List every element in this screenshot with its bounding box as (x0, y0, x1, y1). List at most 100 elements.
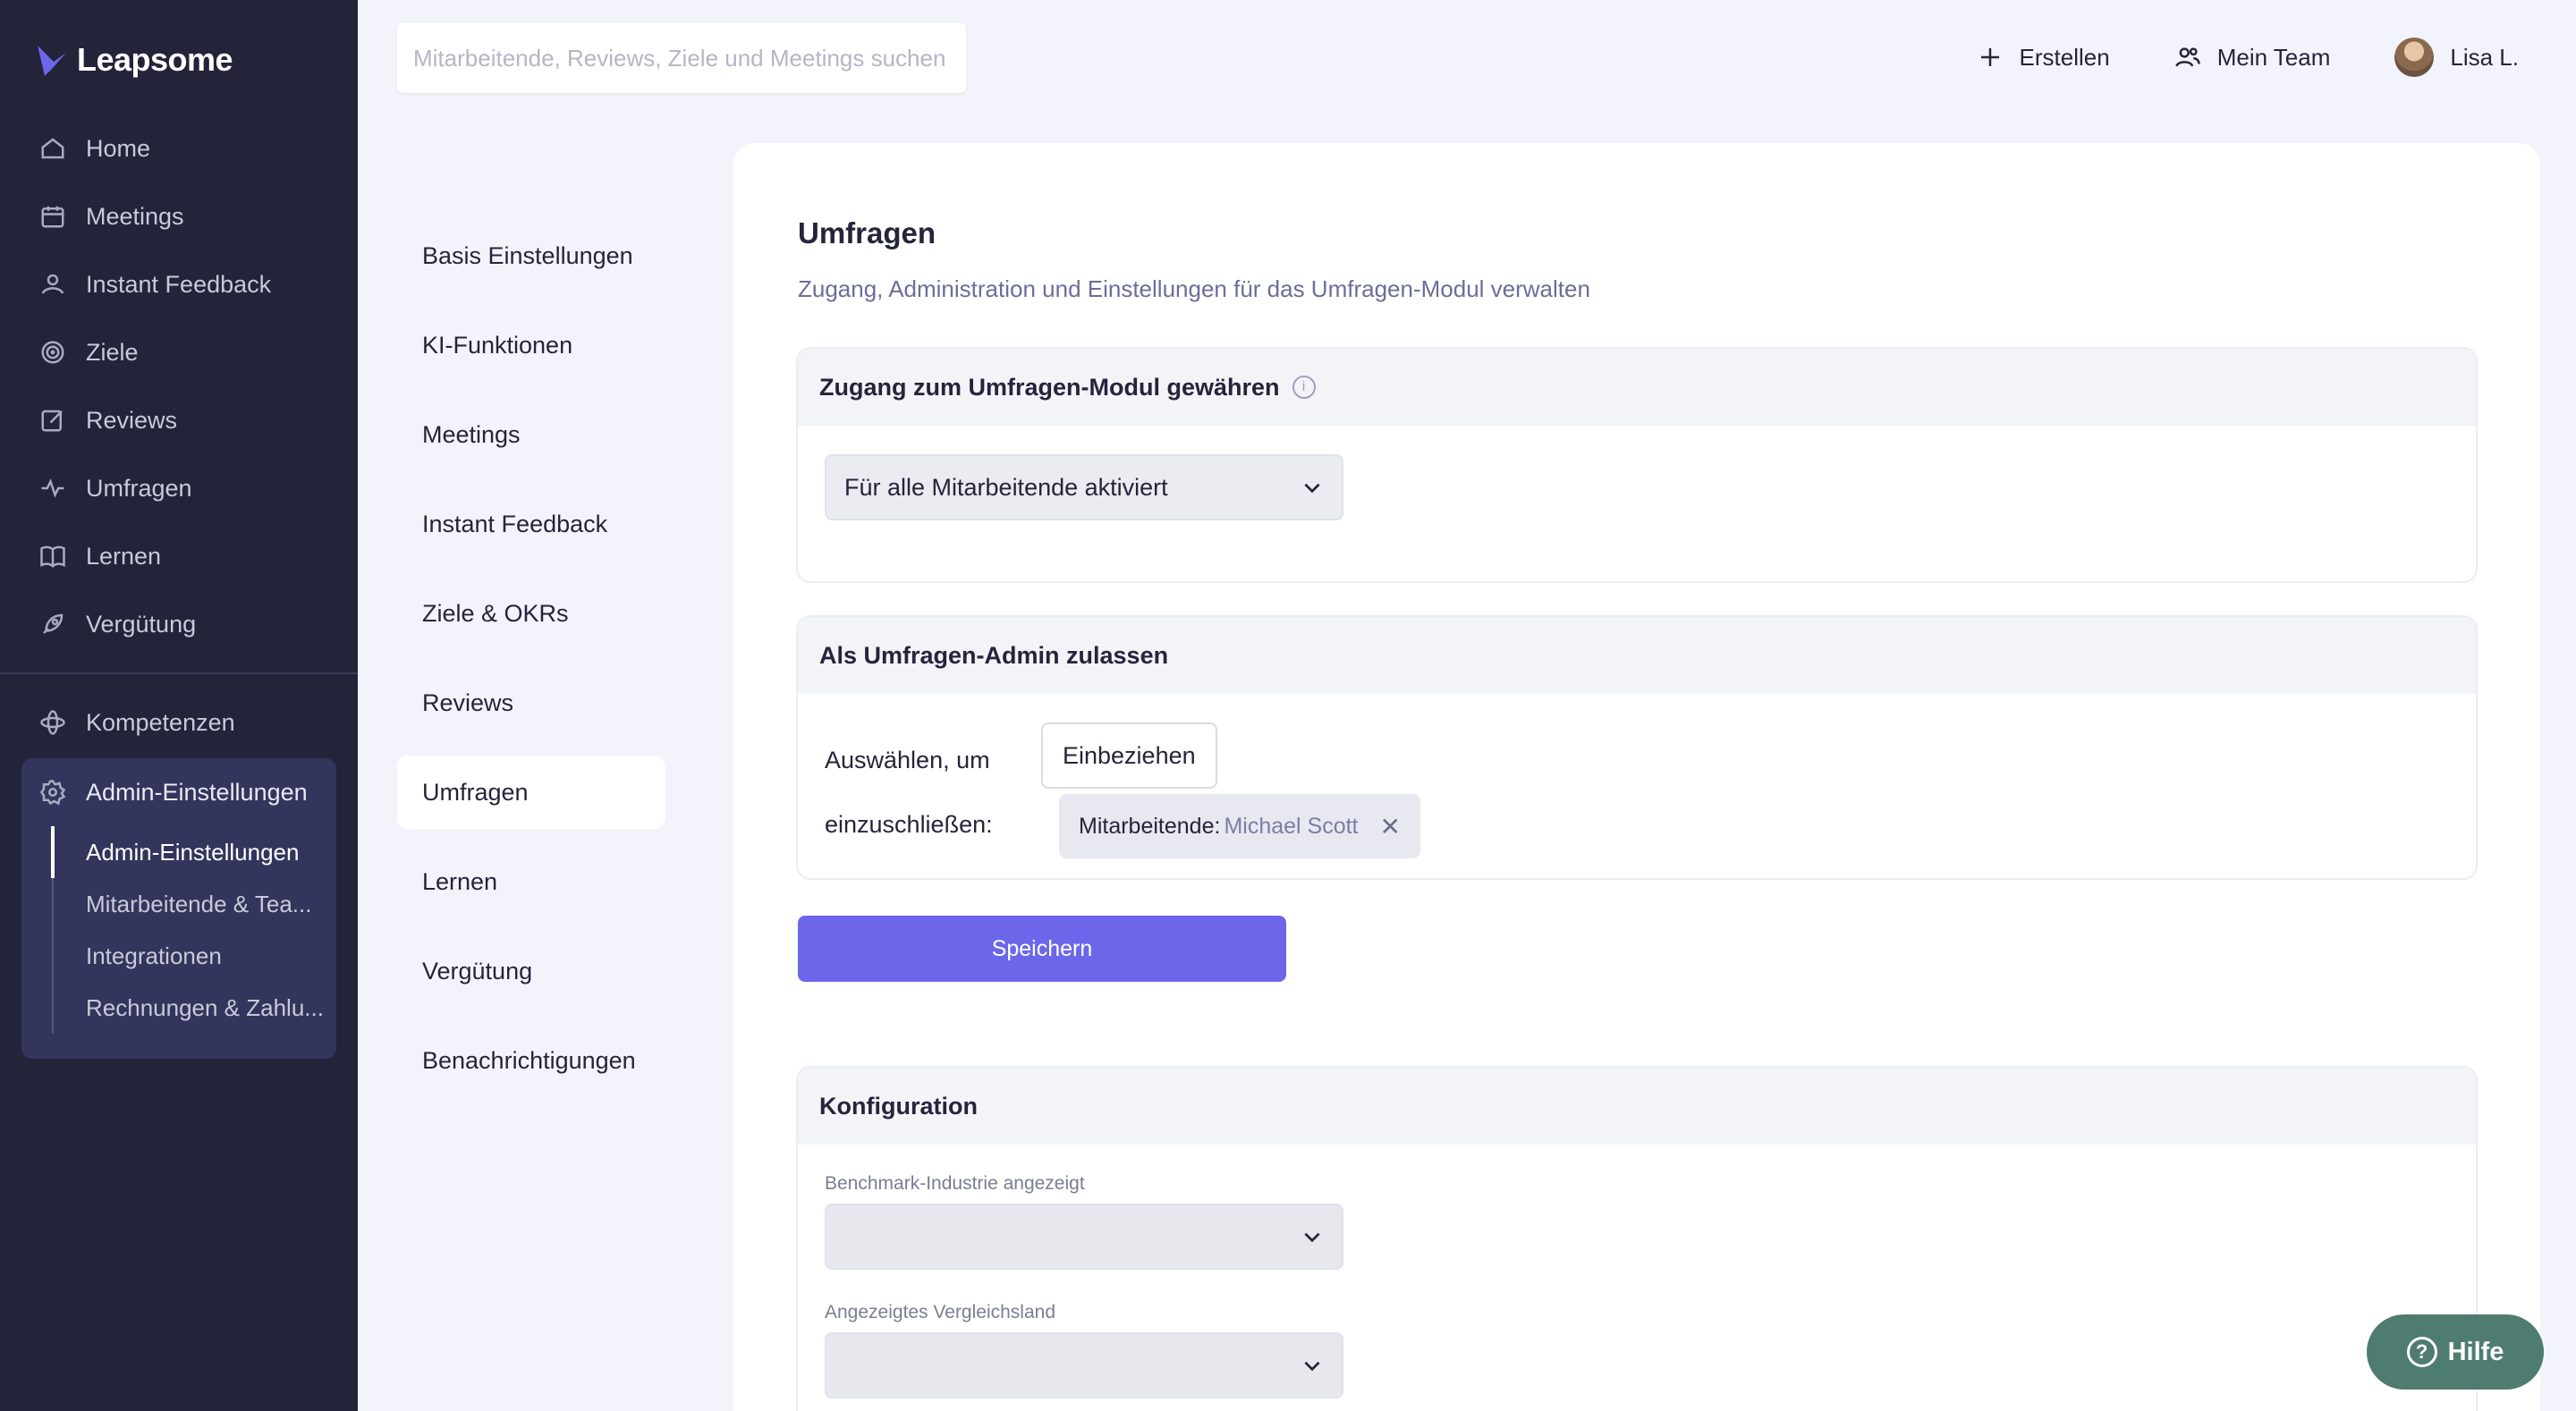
user-menu[interactable]: Lisa L. (2394, 32, 2519, 82)
sub-item-admin-einstellungen[interactable]: Admin-Einstellungen (51, 826, 334, 878)
my-team-button[interactable]: Mein Team (2174, 32, 2331, 82)
avatar (2394, 38, 2435, 77)
search-input[interactable] (413, 44, 950, 72)
info-icon[interactable]: i (1292, 376, 1316, 399)
access-select-value: Für alle Mitarbeitende aktiviert (844, 473, 1168, 501)
team-icon (2174, 47, 2200, 67)
book-icon (40, 545, 65, 569)
config-card-title: Konfiguration (819, 1092, 978, 1120)
nav-item-admin-einstellungen[interactable]: Admin-Einstellungen (21, 758, 336, 826)
settings-panel: Umfragen Zugang, Administration und Eins… (733, 143, 2540, 1411)
nav-item-reviews[interactable]: Reviews (21, 386, 336, 454)
country-label: Angezeigtes Vergleichsland (825, 1302, 1056, 1322)
settings-item-benachrichtigungen[interactable]: Benachrichtigungen (397, 1016, 665, 1105)
nav-item-meetings[interactable]: Meetings (21, 182, 336, 250)
sub-item-integrationen[interactable]: Integrationen (54, 930, 336, 982)
rocket-icon (43, 613, 64, 634)
gear-icon (39, 780, 66, 806)
settings-item-ziele-okrs[interactable]: Ziele & OKRs (397, 569, 665, 658)
sidebar-divider (0, 672, 358, 674)
help-icon: ? (2406, 1337, 2437, 1367)
pulse-icon (41, 478, 64, 498)
leapsome-logo-icon (38, 46, 66, 76)
target-icon (41, 341, 64, 364)
settings-item-verguetung[interactable]: Vergütung (397, 926, 665, 1016)
chevron-down-icon (1304, 1232, 1320, 1243)
nav-item-umfragen[interactable]: Umfragen (21, 454, 336, 522)
settings-item-lernen[interactable]: Lernen (397, 837, 665, 926)
settings-item-meetings[interactable]: Meetings (397, 390, 665, 479)
secondary-nav: Kompetenzen Admin-Einstellungen Admin-Ei… (21, 689, 336, 1059)
logo[interactable]: Leapsome (36, 41, 233, 79)
atom-icon (40, 710, 65, 735)
include-button[interactable]: Einbeziehen (1041, 722, 1217, 789)
admin-settings-group: Admin-Einstellungen Admin-Einstellungen … (21, 758, 336, 1059)
settings-item-ki-funktionen[interactable]: KI-Funktionen (397, 300, 665, 390)
user-name: Lisa L. (2450, 43, 2519, 71)
sub-item-rechnungen[interactable]: Rechnungen & Zahlu... (54, 982, 336, 1034)
calendar-icon (41, 206, 64, 228)
chevron-down-icon (1304, 483, 1320, 494)
admin-card-header: Als Umfragen-Admin zulassen (798, 617, 2476, 694)
logo-text: Leapsome (77, 41, 233, 78)
admin-sub-list: Admin-Einstellungen Mitarbeitende & Tea.… (51, 826, 336, 1034)
include-label-line2: einzuschließen: (825, 811, 993, 838)
admin-card-title: Als Umfragen-Admin zulassen (819, 641, 1169, 669)
search-box[interactable] (397, 23, 966, 93)
nav-item-home[interactable]: Home (21, 114, 336, 182)
my-team-label: Mein Team (2216, 43, 2331, 71)
chevron-down-icon (1304, 1361, 1320, 1372)
page-title: Umfragen (798, 216, 936, 249)
create-button[interactable]: Erstellen (1977, 32, 2110, 82)
settings-item-reviews[interactable]: Reviews (397, 658, 665, 748)
nav-label: Instant Feedback (86, 270, 272, 298)
top-actions: Erstellen Mein Team Lisa L. (1977, 32, 2519, 82)
help-label: Hilfe (2447, 1337, 2504, 1366)
country-select[interactable] (825, 1332, 1343, 1398)
sidebar: Leapsome Home Meetings Instant Feedback … (0, 0, 358, 1411)
plus-icon (1980, 48, 1999, 66)
nav-label: Reviews (86, 406, 178, 434)
main-nav: Home Meetings Instant Feedback Ziele Rev… (21, 114, 336, 658)
nav-item-instant-feedback[interactable]: Instant Feedback (21, 250, 336, 318)
settings-item-basis[interactable]: Basis Einstellungen (397, 211, 665, 300)
access-card-title: Zugang zum Umfragen-Modul gewähren (819, 373, 1280, 401)
access-card-header: Zugang zum Umfragen-Modul gewähren i (798, 349, 2476, 426)
nav-label: Lernen (86, 542, 162, 570)
nav-label: Meetings (86, 202, 184, 230)
home-icon (41, 138, 64, 159)
chip-value: Michael Scott (1224, 813, 1359, 839)
chip-key: Mitarbeitende: (1079, 813, 1221, 839)
save-button[interactable]: Speichern (798, 916, 1286, 982)
nav-item-ziele[interactable]: Ziele (21, 318, 336, 386)
help-button[interactable]: ? Hilfe (2367, 1314, 2544, 1390)
nav-item-lernen[interactable]: Lernen (21, 522, 336, 590)
nav-label: Vergütung (86, 610, 197, 638)
create-label: Erstellen (2019, 43, 2110, 71)
page-subtitle: Zugang, Administration und Einstellungen… (798, 275, 1590, 302)
include-label-line1: Auswählen, um (825, 747, 990, 773)
access-card: Zugang zum Umfragen-Modul gewähren i Für… (796, 347, 2478, 583)
settings-item-instant-feedback[interactable]: Instant Feedback (397, 479, 665, 569)
config-card-header: Konfiguration (798, 1068, 2476, 1145)
nav-label: Ziele (86, 338, 139, 366)
benchmark-label: Benchmark-Industrie angezeigt (825, 1173, 1085, 1194)
feedback-icon (41, 274, 64, 294)
settings-item-umfragen[interactable]: Umfragen (397, 756, 665, 829)
nav-label: Kompetenzen (86, 708, 235, 736)
edit-icon (41, 410, 63, 432)
settings-menu: Basis Einstellungen KI-Funktionen Meetin… (397, 211, 665, 1105)
nav-label: Home (86, 134, 151, 162)
nav-label: Admin-Einstellungen (86, 778, 308, 806)
benchmark-select[interactable] (825, 1204, 1343, 1270)
remove-chip-icon[interactable]: ✕ (1380, 812, 1401, 841)
selected-employee-chip: Mitarbeitende: Michael Scott ✕ (1059, 794, 1420, 858)
config-card: Konfiguration Benchmark-Industrie angeze… (796, 1066, 2478, 1411)
nav-item-verguetung[interactable]: Vergütung (21, 590, 336, 658)
nav-item-kompetenzen[interactable]: Kompetenzen (21, 689, 336, 756)
include-label: Auswählen, um einzuschließen: (825, 728, 1021, 857)
access-select[interactable]: Für alle Mitarbeitende aktiviert (825, 454, 1343, 520)
admin-card: Als Umfragen-Admin zulassen Auswählen, u… (796, 615, 2478, 880)
nav-label: Umfragen (86, 474, 192, 502)
sub-item-mitarbeitende-teams[interactable]: Mitarbeitende & Tea... (54, 878, 336, 930)
